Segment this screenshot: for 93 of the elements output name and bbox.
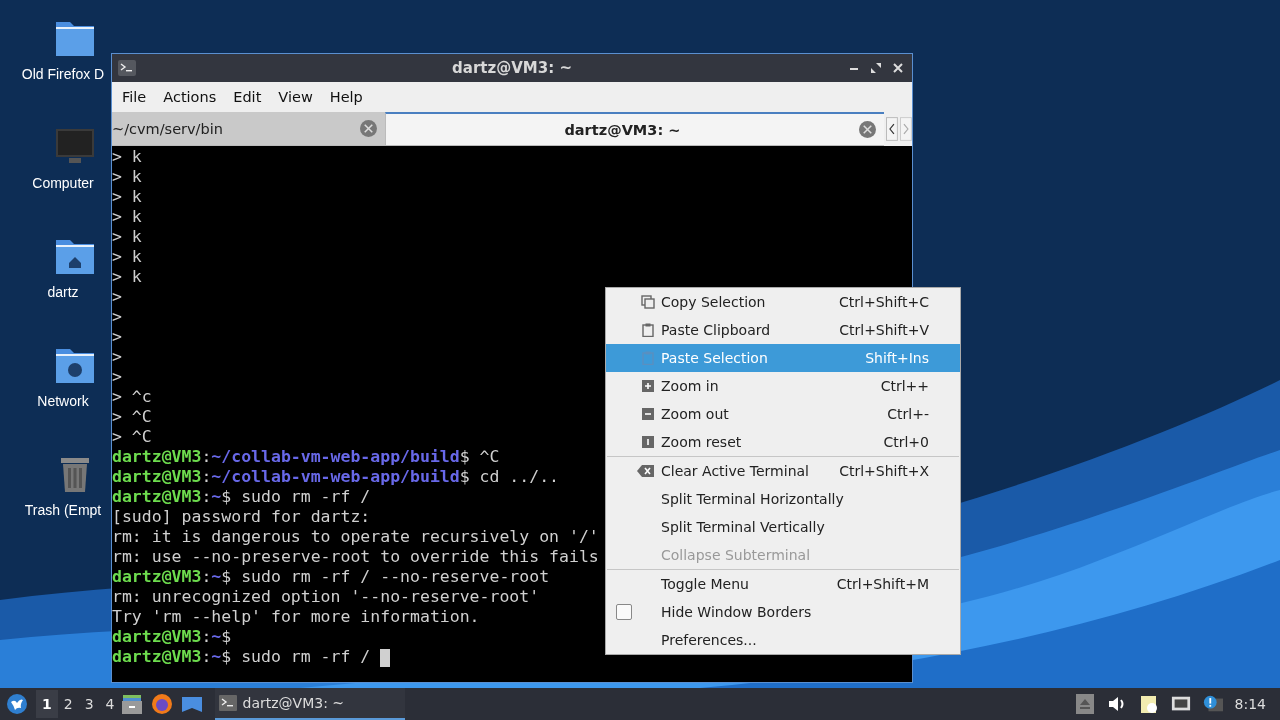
terminal-text: > k bbox=[112, 247, 142, 266]
terminal-text: > ^c bbox=[112, 387, 152, 406]
desktop-icon-label[interactable]: Computer bbox=[32, 175, 94, 191]
terminal-text: rm: unrecognized option '--no-reserve-root' bbox=[112, 587, 540, 606]
terminal-icon bbox=[118, 60, 136, 76]
terminal-text: $ sudo rm -rf / bbox=[221, 647, 372, 666]
terminal-text: ~ bbox=[211, 567, 222, 586]
terminal-text: dartz@VM3 bbox=[112, 467, 202, 486]
terminal-text: : bbox=[201, 447, 212, 466]
menu-item[interactable]: File bbox=[122, 89, 157, 105]
terminal-text: > k bbox=[112, 227, 142, 246]
context-menu-item[interactable]: Hide Window Borders bbox=[606, 598, 960, 626]
menu-item[interactable]: Actions bbox=[163, 89, 227, 105]
terminal-text: : bbox=[201, 627, 212, 646]
terminal-text: $ ^C bbox=[459, 447, 500, 466]
terminal-text: : bbox=[201, 647, 212, 666]
terminal-text: dartz@VM3 bbox=[112, 487, 202, 506]
clock[interactable]: 8:14 bbox=[1234, 696, 1266, 712]
terminal-text: > k bbox=[112, 187, 142, 206]
close-tab-icon[interactable] bbox=[859, 121, 877, 138]
terminal-text: $ sudo rm -rf / bbox=[221, 487, 371, 506]
workspace-button[interactable]: 1 bbox=[36, 690, 58, 718]
terminal-text: > k bbox=[112, 167, 142, 186]
maximize-icon[interactable] bbox=[870, 62, 882, 74]
terminal-text: > ^C bbox=[112, 407, 152, 426]
info-icon[interactable] bbox=[1202, 694, 1223, 714]
chevron-left-icon[interactable] bbox=[886, 117, 899, 141]
terminal-text: Try 'rm --help' for more information. bbox=[112, 607, 480, 626]
terminal-text: ~ bbox=[211, 647, 222, 666]
workspace-button[interactable]: 4 bbox=[99, 690, 121, 718]
close-icon[interactable] bbox=[892, 62, 904, 74]
terminal-text: > bbox=[112, 307, 122, 326]
desktop-icon-label[interactable]: Trash (Empt bbox=[24, 502, 102, 518]
terminal-text: dartz@VM3 bbox=[112, 647, 202, 666]
context-menu-item[interactable]: Zoom reset Ctrl+0 bbox=[606, 428, 960, 456]
window-title: dartz@VM3: ~ bbox=[452, 59, 572, 77]
terminal-text: ~ bbox=[211, 627, 222, 646]
terminal-text: > bbox=[112, 327, 122, 346]
terminal-text: > bbox=[112, 287, 122, 306]
terminal-text: : bbox=[201, 567, 212, 586]
terminal-text: : bbox=[201, 487, 212, 506]
terminal-text: $ bbox=[221, 627, 232, 646]
plus-icon bbox=[641, 379, 655, 393]
terminal-text: > k bbox=[112, 267, 142, 286]
desktop-icon-label[interactable]: Old Firefox D bbox=[21, 66, 105, 82]
context-menu-item[interactable]: Toggle Menu Ctrl+Shift+M bbox=[606, 570, 960, 598]
terminal-text: rm: it is dangerous to operate recursively on '/' bbox=[112, 527, 599, 546]
terminal-text: dartz@VM3 bbox=[112, 567, 202, 586]
terminal-text: $ sudo rm -rf / --no-reserve-root bbox=[221, 567, 550, 586]
context-menu-item[interactable]: Split Terminal Horizontally bbox=[606, 485, 960, 513]
text-cursor bbox=[380, 648, 391, 667]
terminal-text: : bbox=[201, 467, 212, 486]
terminal-text: > bbox=[112, 367, 122, 386]
desktop-icon-label[interactable]: dartz bbox=[47, 284, 79, 300]
menu-item[interactable]: Help bbox=[329, 89, 373, 105]
context-menu-item[interactable]: Paste Clipboard Ctrl+Shift+V bbox=[606, 316, 960, 344]
terminal-text: [sudo] password for dartz: bbox=[112, 507, 371, 526]
context-menu-item[interactable]: Preferences... bbox=[606, 626, 960, 654]
terminal-text: > ^C bbox=[112, 427, 152, 446]
task-button[interactable]: dartz@VM3: ~ bbox=[214, 688, 405, 720]
browser-icon[interactable] bbox=[150, 693, 173, 715]
menu-item[interactable]: Edit bbox=[233, 89, 272, 105]
terminal-text: ~/collab-vm-web-app/build bbox=[211, 447, 460, 466]
terminal-text: dartz@VM3 bbox=[112, 627, 202, 646]
terminal-text: rm: use --no-preserve-root to override this fails bbox=[112, 547, 599, 566]
terminal-text: dartz@VM3 bbox=[112, 447, 202, 466]
terminal-text: ~/collab-vm-web-app/build bbox=[211, 467, 460, 486]
terminal-text: $ cd ../.. bbox=[459, 467, 560, 486]
desktop-icon-label[interactable]: Network bbox=[37, 393, 89, 409]
zoom-reset-icon bbox=[641, 435, 655, 449]
copy-icon bbox=[641, 295, 655, 309]
bird-logo-icon[interactable] bbox=[6, 693, 28, 715]
workspace-button[interactable]: 3 bbox=[78, 690, 100, 718]
minus-icon bbox=[641, 407, 655, 421]
terminal-text: > bbox=[112, 347, 122, 366]
menu-item[interactable]: View bbox=[278, 89, 323, 105]
context-menu-item[interactable]: Zoom in Ctrl++ bbox=[606, 372, 960, 400]
close-tab-icon[interactable] bbox=[359, 120, 377, 137]
backspace-icon bbox=[637, 464, 655, 478]
tab[interactable]: dartz@VM3: ~ bbox=[384, 112, 885, 146]
context-menu-item[interactable]: Zoom out Ctrl+- bbox=[606, 400, 960, 428]
context-menu-item[interactable]: Copy Selection Ctrl+Shift+C bbox=[606, 288, 960, 316]
tab[interactable]: ~/cvm/serv/bin bbox=[112, 112, 385, 146]
context-menu-item[interactable]: Clear Active Terminal Ctrl+Shift+X bbox=[606, 457, 960, 485]
terminal-text: ~ bbox=[211, 487, 222, 506]
eject-icon[interactable] bbox=[1074, 694, 1095, 714]
terminal-text: > k bbox=[112, 207, 142, 226]
checkbox[interactable] bbox=[616, 604, 632, 620]
workspace-button[interactable]: 2 bbox=[57, 690, 79, 718]
context-menu-item[interactable]: Split Terminal Vertically bbox=[606, 513, 960, 541]
terminal-text: > k bbox=[112, 147, 142, 166]
file-cabinet-icon[interactable] bbox=[120, 693, 143, 715]
terminal-icon bbox=[218, 695, 237, 711]
